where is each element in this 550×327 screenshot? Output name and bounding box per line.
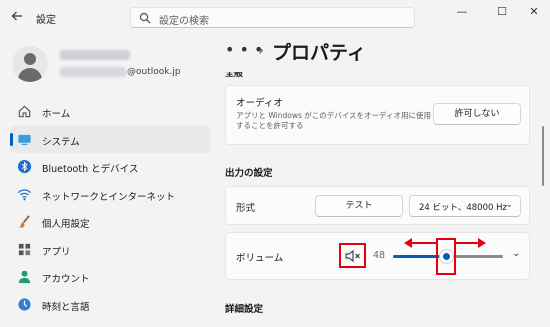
sidebar-item-accounts[interactable]: アカウント — [10, 263, 210, 291]
volume-value: 48 — [373, 250, 386, 261]
sidebar-item-label: システム — [42, 136, 80, 148]
minimize-button[interactable]: — — [450, 4, 474, 20]
volume-card: ボリューム 48 ⌄ — [225, 232, 530, 280]
arrow-left-icon — [404, 238, 436, 248]
app-title: 設定 — [36, 15, 56, 26]
title-bar: 設定 設定の検索 — ☐ ✕ — [0, 0, 550, 34]
close-button[interactable]: ✕ — [522, 4, 546, 20]
profile-email: @outlook.jp — [127, 67, 181, 77]
chevron-down-icon: ⌄ — [505, 200, 513, 210]
chevron-down-icon[interactable]: ⌄ — [512, 248, 520, 259]
sidebar-item-time-language[interactable]: 時刻と言語 — [10, 291, 210, 319]
system-icon — [18, 134, 31, 145]
audio-description: アプリと Windows がこのデバイスをオーディオ用に使用することを許可する — [236, 111, 431, 130]
sidebar-item-label: アカウント — [42, 274, 90, 285]
section-label-advanced: 詳細設定 — [225, 304, 264, 315]
sidebar-item-label: Bluetooth とデバイス — [42, 164, 139, 175]
sidebar-item-apps[interactable]: アプリ — [10, 236, 210, 264]
deny-audio-button[interactable]: 許可しない — [433, 103, 521, 125]
page-title: プロパティ — [272, 42, 366, 64]
sidebar-item-system[interactable]: システム — [10, 125, 210, 153]
sidebar-item-label: 時刻と言語 — [42, 301, 90, 313]
sidebar-item-network[interactable]: ネットワークとインターネット — [10, 181, 210, 209]
brush-icon — [18, 215, 30, 228]
mute-button[interactable] — [339, 243, 366, 268]
profile-name-redacted — [60, 50, 130, 60]
sidebar-item-label: ネットワークとインターネット — [42, 191, 176, 203]
sidebar-item-personalization[interactable]: 個人用設定 — [10, 208, 210, 236]
scrollbar[interactable] — [542, 126, 544, 186]
audio-permission-card: オーディオ アプリと Windows がこのデバイスをオーディオ用に使用すること… — [225, 85, 530, 145]
chevron-right-icon: › — [258, 41, 264, 59]
arrow-right-icon — [454, 238, 486, 248]
sidebar-item-label: 個人用設定 — [42, 219, 90, 230]
sidebar-item-bluetooth[interactable]: Bluetooth とデバイス — [10, 153, 210, 181]
audio-title: オーディオ — [236, 98, 283, 109]
back-button[interactable] — [10, 9, 26, 25]
avatar — [12, 46, 48, 82]
maximize-button[interactable]: ☐ — [490, 4, 514, 20]
network-icon — [17, 188, 32, 200]
bluetooth-icon — [17, 159, 32, 174]
speaker-mute-icon — [345, 250, 360, 262]
test-button[interactable]: テスト — [315, 195, 403, 217]
profile-email-redacted — [60, 67, 126, 77]
format-select-value: 24 ビット、48000 Hz — [419, 203, 507, 213]
back-arrow-icon — [11, 11, 22, 21]
avatar-body — [18, 68, 42, 82]
search-input[interactable]: 設定の検索 — [130, 7, 415, 28]
profile[interactable]: @outlook.jp — [10, 42, 210, 88]
avatar-head — [24, 53, 36, 65]
volume-label: ボリューム — [236, 253, 284, 264]
section-label-output: 出力の設定 — [225, 168, 273, 179]
sidebar: @outlook.jp ホーム システム Bluetooth とデバイス ネット… — [0, 34, 215, 327]
slider-highlight-box — [436, 238, 456, 275]
sidebar-item-label: ホーム — [42, 109, 71, 120]
format-card: 形式 テスト 24 ビット、48000 Hz ⌄ — [225, 186, 530, 225]
sidebar-item-label: アプリ — [42, 246, 71, 258]
apps-icon — [18, 243, 31, 255]
accounts-icon — [18, 270, 31, 284]
home-icon — [18, 105, 31, 118]
format-select[interactable]: 24 ビット、48000 Hz ⌄ — [409, 195, 521, 217]
time-language-icon — [18, 297, 31, 311]
search-icon — [139, 12, 151, 24]
sidebar-nav: ホーム システム Bluetooth とデバイス ネットワークとインターネット … — [10, 98, 210, 318]
format-label: 形式 — [236, 203, 256, 214]
search-placeholder: 設定の検索 — [159, 16, 209, 27]
section-label-general: 全般 — [225, 72, 244, 78]
sidebar-item-home[interactable]: ホーム — [10, 98, 210, 126]
